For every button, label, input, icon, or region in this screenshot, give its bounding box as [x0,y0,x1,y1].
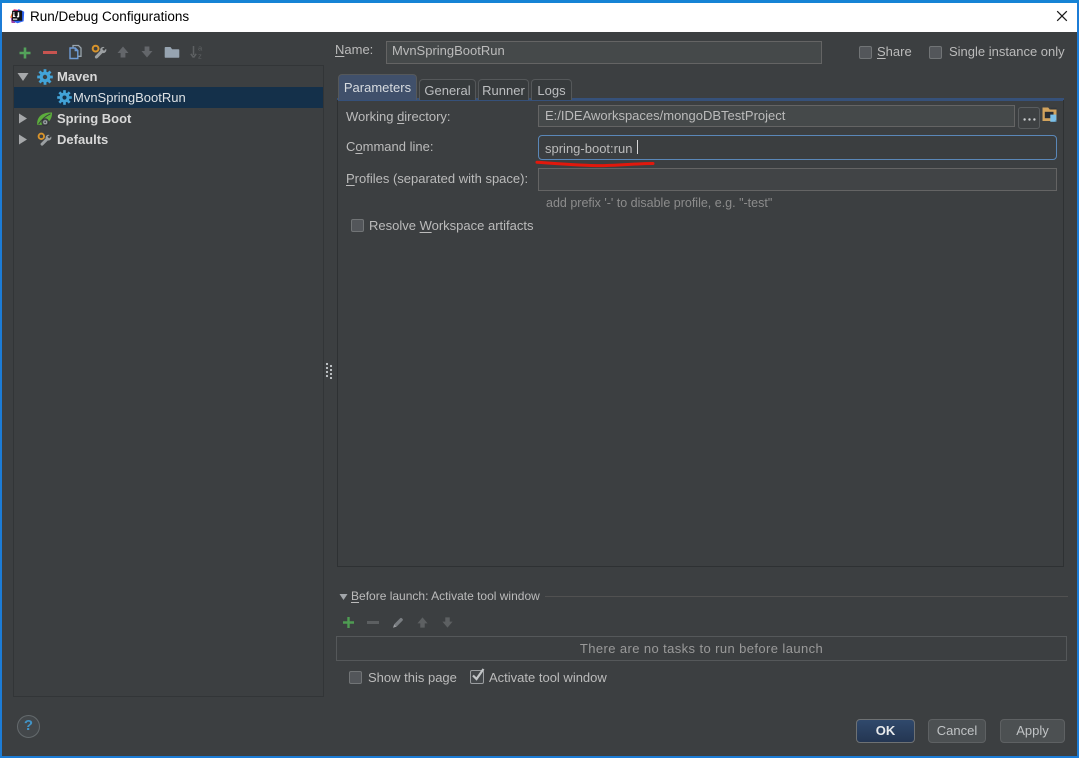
svg-text:z: z [198,52,202,61]
